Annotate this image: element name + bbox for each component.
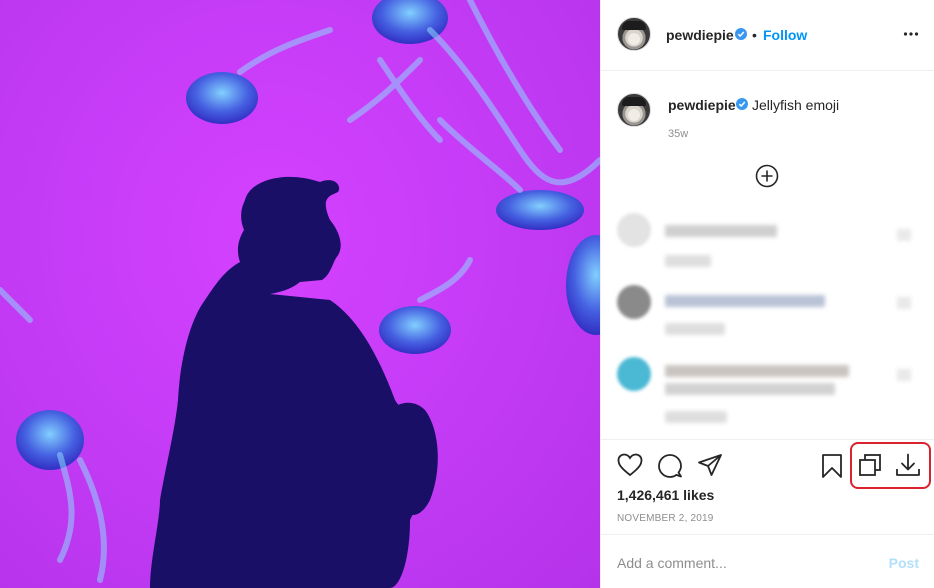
jellyfish-photo — [0, 0, 600, 588]
author-avatar[interactable] — [617, 17, 651, 51]
plus-circle-icon[interactable] — [755, 164, 779, 193]
blurred-comment-meta — [665, 255, 711, 267]
share-icon[interactable] — [697, 453, 723, 482]
post-comment-button[interactable]: Post — [889, 555, 919, 571]
blurred-like-icon — [897, 369, 911, 381]
comment-input[interactable] — [617, 552, 867, 574]
blurred-avatar — [617, 357, 651, 391]
blurred-like-icon — [897, 229, 911, 241]
caption-username[interactable]: pewdiepie — [668, 97, 736, 113]
post-date: NOVEMBER 2, 2019 — [617, 513, 714, 524]
blurred-comment-text — [665, 225, 777, 237]
more-options-icon[interactable] — [903, 26, 919, 47]
blurred-comment-meta — [665, 411, 727, 423]
post-actions: 1,426,461 likes NOVEMBER 2, 2019 Post — [601, 439, 934, 588]
caption-time[interactable]: 35w — [668, 128, 688, 140]
blurred-comment-text-line-2 — [665, 383, 835, 395]
author-username[interactable]: pewdiepie — [666, 27, 734, 43]
follow-button[interactable]: Follow — [763, 27, 807, 43]
blurred-like-icon — [897, 297, 911, 309]
header-separator: • — [752, 27, 757, 43]
comment-icon[interactable] — [657, 453, 683, 484]
heart-icon[interactable] — [617, 453, 643, 482]
caption-text: Jellyfish emoji — [752, 97, 840, 113]
caption-avatar[interactable] — [617, 93, 651, 127]
post-header: pewdiepie • Follow — [601, 0, 934, 71]
highlight-box — [850, 442, 931, 489]
likes-count[interactable]: 1,426,461 likes — [617, 487, 714, 503]
post-details-panel: pewdiepie • Follow pewdiepie Jellyfish e… — [600, 0, 934, 588]
blurred-avatar — [617, 285, 651, 319]
post-photo — [0, 0, 600, 588]
blurred-comment-text — [665, 295, 825, 307]
blurred-avatar — [617, 213, 651, 247]
add-comment-row: Post — [601, 534, 934, 588]
blurred-comment-text — [665, 365, 849, 377]
blurred-comment-meta — [665, 323, 725, 335]
verified-badge-icon — [735, 28, 747, 40]
caption-verified-badge-icon — [736, 98, 748, 110]
bookmark-icon[interactable] — [821, 453, 843, 484]
